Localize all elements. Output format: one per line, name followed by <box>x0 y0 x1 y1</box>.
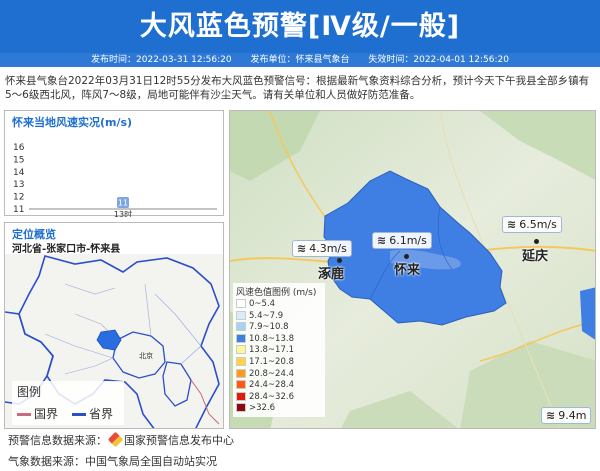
scale-swatch <box>236 368 246 378</box>
publisher: 发布单位：怀来县气象台 <box>250 55 350 65</box>
scale-row: 7.9~10.8 <box>236 322 322 334</box>
scale-swatch <box>236 345 246 355</box>
scale-swatch <box>236 333 246 343</box>
scale-label: 17.1~20.8 <box>249 356 294 367</box>
scale-label: 0~5.4 <box>249 299 276 309</box>
legend-item-province-border: 省界 <box>72 405 113 422</box>
wind-icon: ≋ <box>507 218 517 231</box>
scale-label: 13.8~17.1 <box>249 345 294 356</box>
scale-row: 28.4~32.6 <box>236 391 322 404</box>
province-border-swatch <box>72 413 86 416</box>
scale-swatch <box>236 380 246 390</box>
scale-label: 5.4~7.9 <box>249 310 284 321</box>
y-tick-label: 11 <box>13 205 24 215</box>
scale-row: 5.4~7.9 <box>236 310 322 323</box>
scale-label: 28.4~32.6 <box>249 391 294 402</box>
scale-label: 10.8~13.8 <box>249 333 294 344</box>
scale-row: 24.4~28.4 <box>236 380 322 392</box>
publish-time: 发布时间：2022-03-31 12:56:20 <box>91 55 232 65</box>
scale-row: 20.8~24.4 <box>236 368 322 381</box>
scale-row: 0~5.4 <box>236 299 322 311</box>
wind-tag-yanqing: ≋ 6.5m/s <box>502 216 562 233</box>
scale-label: 7.9~10.8 <box>249 322 289 333</box>
y-tick-label: 15 <box>13 155 24 165</box>
wind-speed-panel: 怀来当地风速实况(m/s) 11 12 13 14 15 16 11 13时 <box>4 110 224 217</box>
scale-swatch <box>236 322 246 332</box>
wind-icon: ≋ <box>546 409 556 422</box>
scale-title: 风速色值图例 (m/s) <box>236 288 317 298</box>
y-tick-label: 14 <box>13 168 25 178</box>
scale-swatch <box>236 356 246 366</box>
warning-title: 大风蓝色预警[Ⅳ级/一般] <box>139 11 461 42</box>
scale-label: 24.4~28.4 <box>249 380 294 391</box>
beijing-label: 北京 <box>139 351 153 360</box>
warning-source-org: 国家预警信息发布中心 <box>124 434 234 447</box>
national-border-swatch <box>17 413 31 416</box>
expire-time: 失效时间：2022-04-01 12:56:20 <box>368 55 509 65</box>
scale-swatch <box>236 310 246 320</box>
warning-source-label: 预警信息数据来源： <box>8 434 107 447</box>
location-legend: 图例 国界 省界 <box>12 381 124 425</box>
scale-row: 13.8~17.1 <box>236 345 322 357</box>
scale-label: 20.8~24.4 <box>249 368 294 379</box>
warning-header: 大风蓝色预警[Ⅳ级/一般] <box>0 0 600 53</box>
x-tick-label: 13时 <box>114 209 132 217</box>
scale-label: >32.6 <box>249 403 276 414</box>
warning-source-line: 预警信息数据来源： 国家预警信息发布中心 <box>8 431 234 448</box>
wind-tag-zhuolu: ≋ 4.3m/s <box>292 240 352 257</box>
wind-tag-huailai: ≋ 6.1m/s <box>372 232 432 249</box>
warning-center-logo-icon <box>107 431 124 448</box>
legend-title: 图例 <box>17 385 42 399</box>
city-dot-yanqing <box>534 239 539 244</box>
wind-icon: ≋ <box>297 242 307 255</box>
wind-icon: ≋ <box>377 234 387 247</box>
scale-swatch <box>236 403 246 413</box>
city-label-huailai: 怀来 <box>394 263 421 278</box>
scale-row: 17.1~20.8 <box>236 356 322 369</box>
wind-bar-data-label: 11 <box>118 199 128 208</box>
warning-description: 怀来县气象台2022年03月31日12时55分发布大风蓝色预警信号：根据最新气象… <box>5 75 590 101</box>
wind-speed-chart: 1112131415161113时 <box>13 143 217 217</box>
y-tick-label: 16 <box>13 143 25 153</box>
warning-meta-bar: 发布时间：2022-03-31 12:56:20 发布单位：怀来县气象台 失效时… <box>0 53 600 67</box>
weather-source-line: 气象数据来源：中国气象局全国自动站实况 <box>8 455 217 468</box>
location-overview-panel: 定位概览 河北省-张家口市-怀来县 北京 图例 国界 省界 <box>4 222 224 429</box>
legend-item-national-border: 国界 <box>17 405 58 422</box>
scale-row: 10.8~13.8 <box>236 333 322 346</box>
location-path: 河北省-张家口市-怀来县 <box>12 244 121 255</box>
scale-swatch <box>236 299 246 308</box>
scale-row: >32.6 <box>236 403 322 415</box>
wind-tag-southeast: ≋ 9.4m <box>541 407 592 424</box>
y-tick-label: 13 <box>13 180 24 190</box>
scale-swatch <box>236 391 246 401</box>
wind-speed-color-scale: 风速色值图例 (m/s) 0~5.4 5.4~7.9 7.9~10.8 10.8~13… <box>233 283 325 417</box>
y-tick-label: 12 <box>13 193 24 203</box>
city-label-zhuolu: 涿鹿 <box>318 267 345 282</box>
city-label-yanqing: 延庆 <box>522 249 549 264</box>
